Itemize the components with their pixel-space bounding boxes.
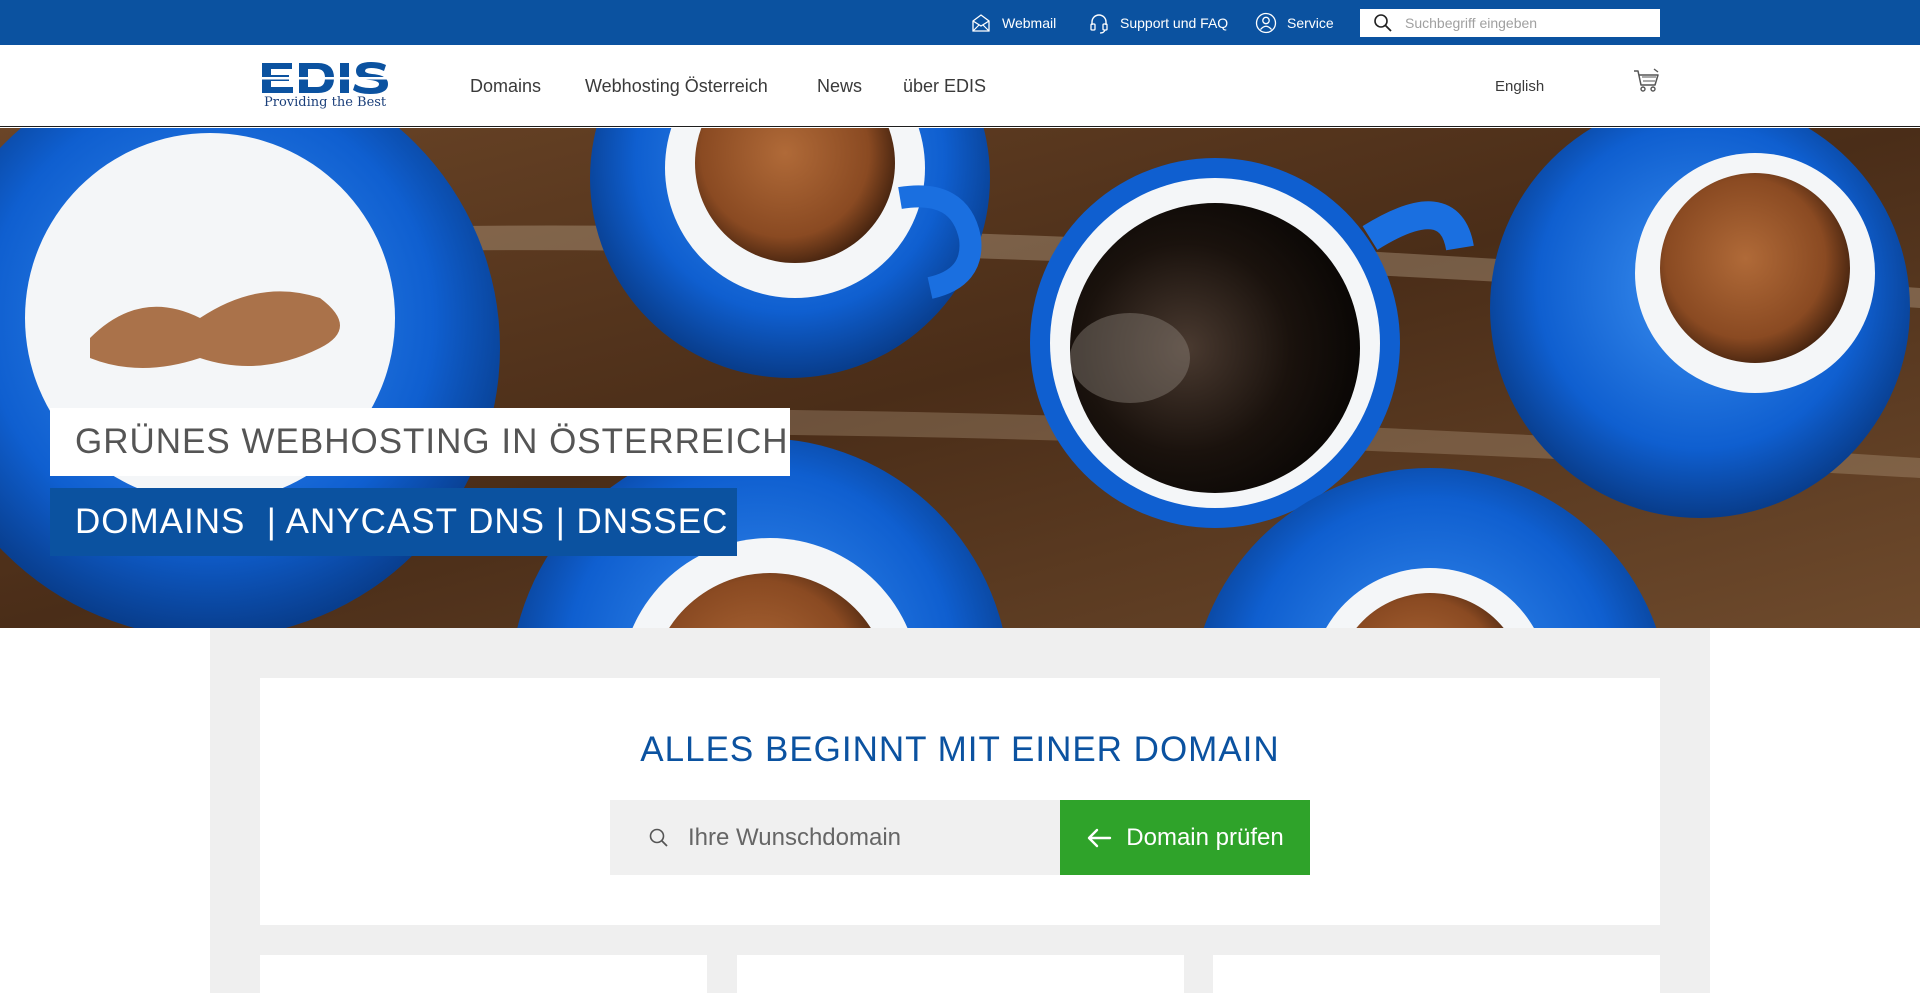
search-icon	[649, 828, 668, 847]
edis-logo-wordmark	[258, 62, 403, 94]
logo-tagline: Providing the Best	[264, 95, 387, 110]
language-switch[interactable]: English	[1495, 45, 1544, 127]
feature-card	[260, 955, 707, 993]
search-icon[interactable]	[1373, 13, 1393, 33]
user-icon	[1255, 12, 1277, 33]
site-search[interactable]	[1360, 9, 1660, 37]
service-label: Service	[1287, 14, 1334, 31]
nav-item-ueber-edis[interactable]: über EDIS	[903, 45, 986, 127]
cart-icon	[1634, 68, 1659, 92]
nav-item-news[interactable]: News	[817, 45, 862, 127]
site-search-input[interactable]	[1405, 10, 1655, 36]
webmail-link[interactable]: Webmail	[970, 0, 1056, 45]
webmail-label: Webmail	[1002, 14, 1057, 31]
domain-search-card: ALLES BEGINNT MIT EINER DOMAIN Domain pr…	[260, 678, 1660, 925]
headset-icon	[1090, 13, 1108, 34]
hero-subline: DOMAINS | ANYCAST DNS | DNSSEC	[50, 488, 737, 556]
edis-logo[interactable]: Providing the Best	[258, 59, 403, 115]
arrow-left-icon	[1088, 828, 1112, 847]
service-link[interactable]: Service	[1255, 0, 1334, 45]
domain-search-field[interactable]	[610, 800, 1060, 875]
support-label: Support und FAQ	[1120, 14, 1229, 31]
hero-banner: GRÜNES WEBHOSTING IN ÖSTERREICH DOMAINS …	[0, 128, 1920, 628]
feature-card	[737, 955, 1184, 993]
nav-item-domains[interactable]: Domains	[470, 45, 541, 127]
top-utility-bar: Webmail Support und FAQ Service	[0, 0, 1920, 45]
feature-card	[1213, 955, 1660, 993]
nav-item-webhosting[interactable]: Webhosting Österreich	[585, 45, 768, 127]
cart-button[interactable]	[1632, 67, 1660, 100]
mail-icon	[972, 13, 990, 32]
check-domain-label: Domain prüfen	[1126, 823, 1284, 851]
hero-headline: GRÜNES WEBHOSTING IN ÖSTERREICH	[50, 408, 790, 476]
support-faq-link[interactable]: Support und FAQ	[1088, 0, 1228, 45]
domain-search-title: ALLES BEGINNT MIT EINER DOMAIN	[640, 730, 1280, 769]
check-domain-button[interactable]: Domain prüfen	[1060, 800, 1310, 875]
main-navigation: Providing the Best Domains Webhosting Ös…	[0, 45, 1920, 127]
domain-search-input[interactable]	[688, 807, 1048, 868]
